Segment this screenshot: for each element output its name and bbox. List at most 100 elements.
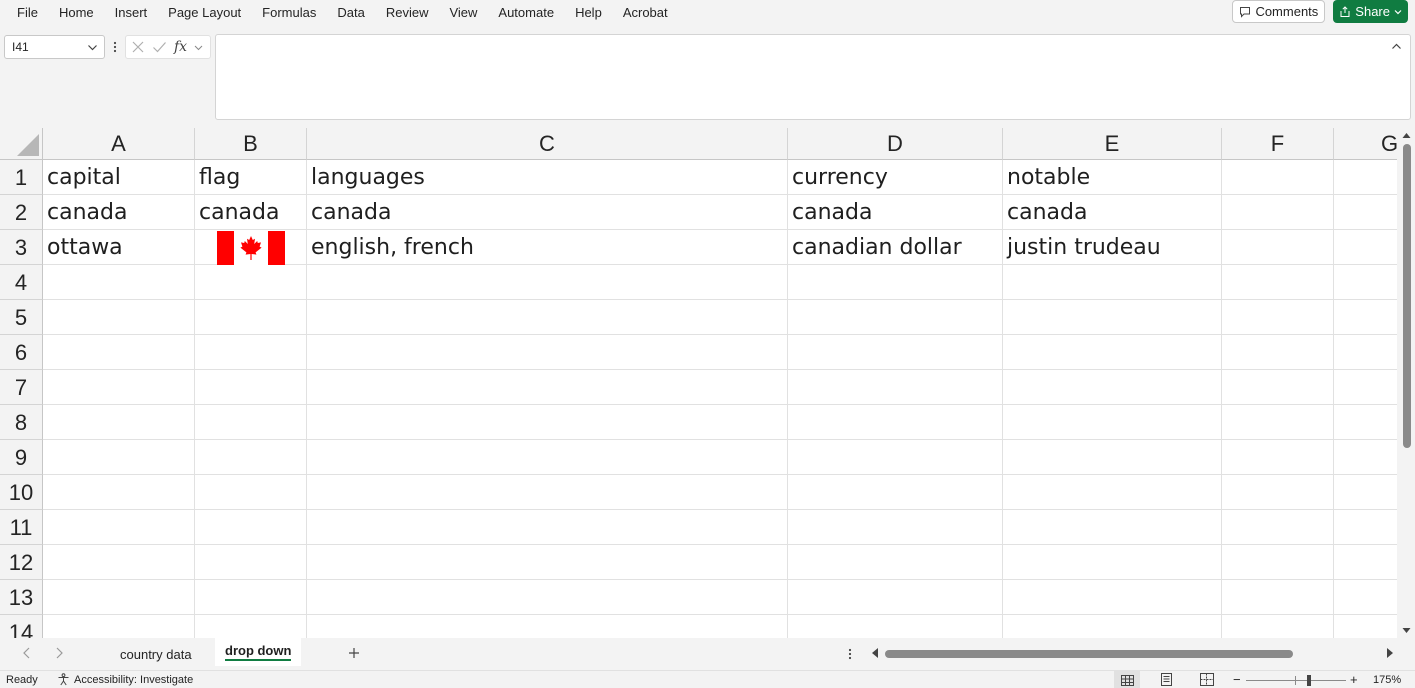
cell-d5[interactable] <box>788 300 1003 335</box>
cell-a3[interactable]: ottawa <box>43 230 195 265</box>
menu-formulas[interactable]: Formulas <box>252 1 327 25</box>
row-header-1[interactable]: 1 <box>0 160 43 195</box>
vertical-scrollbar[interactable] <box>1397 128 1415 638</box>
sheet-tab-drop-down[interactable]: drop down <box>215 638 302 666</box>
cell-f11[interactable] <box>1222 510 1334 545</box>
cell-e10[interactable] <box>1003 475 1222 510</box>
insert-function-button[interactable]: fx <box>174 39 187 55</box>
row-header-13[interactable]: 13 <box>0 580 43 615</box>
cell-g5[interactable] <box>1334 300 1397 335</box>
row-header-11[interactable]: 11 <box>0 510 43 545</box>
menu-page-layout[interactable]: Page Layout <box>158 1 252 25</box>
cell-b11[interactable] <box>195 510 307 545</box>
scroll-left-icon[interactable] <box>871 647 879 659</box>
more-options-icon[interactable] <box>110 38 120 56</box>
cell-b7[interactable] <box>195 370 307 405</box>
chevron-left-icon[interactable] <box>22 646 31 660</box>
cell-e9[interactable] <box>1003 440 1222 475</box>
cell-d11[interactable] <box>788 510 1003 545</box>
menu-review[interactable]: Review <box>375 1 439 25</box>
cell-f13[interactable] <box>1222 580 1334 615</box>
cell-e5[interactable] <box>1003 300 1222 335</box>
cell-e8[interactable] <box>1003 405 1222 440</box>
row-header-5[interactable]: 5 <box>0 300 43 335</box>
scroll-right-icon[interactable] <box>1386 647 1394 659</box>
cell-f5[interactable] <box>1222 300 1334 335</box>
zoom-level[interactable]: 175% <box>1373 674 1401 686</box>
menu-help[interactable]: Help <box>565 1 613 25</box>
cell-d12[interactable] <box>788 545 1003 580</box>
cell-e6[interactable] <box>1003 335 1222 370</box>
cell-g2[interactable] <box>1334 195 1397 230</box>
select-all-button[interactable] <box>0 128 43 160</box>
horizontal-scroll-thumb[interactable] <box>885 650 1293 658</box>
normal-view-button[interactable] <box>1114 671 1140 688</box>
row-header-3[interactable]: 3 <box>0 230 43 265</box>
row-header-10[interactable]: 10 <box>0 475 43 510</box>
column-header-e[interactable]: E <box>1003 128 1222 160</box>
row-header-9[interactable]: 9 <box>0 440 43 475</box>
cell-b1[interactable]: flag <box>195 160 307 195</box>
cell-a5[interactable] <box>43 300 195 335</box>
cell-c1[interactable]: languages <box>307 160 788 195</box>
sheet-tab-country-data[interactable]: country data <box>110 638 202 670</box>
page-break-view-icon[interactable] <box>1200 673 1214 686</box>
cell-a14[interactable] <box>43 615 195 638</box>
cell-b2[interactable]: canada <box>195 195 307 230</box>
chevron-down-icon[interactable] <box>194 43 203 52</box>
cell-f7[interactable] <box>1222 370 1334 405</box>
chevron-right-icon[interactable] <box>55 646 64 660</box>
row-header-12[interactable]: 12 <box>0 545 43 580</box>
cell-e2[interactable]: canada <box>1003 195 1222 230</box>
column-header-d[interactable]: D <box>788 128 1003 160</box>
cell-c8[interactable] <box>307 405 788 440</box>
column-header-g[interactable]: G <box>1334 128 1397 160</box>
cell-f9[interactable] <box>1222 440 1334 475</box>
cell-b12[interactable] <box>195 545 307 580</box>
cell-c10[interactable] <box>307 475 788 510</box>
cell-g10[interactable] <box>1334 475 1397 510</box>
cell-a8[interactable] <box>43 405 195 440</box>
menu-insert[interactable]: Insert <box>104 1 158 25</box>
cell-a6[interactable] <box>43 335 195 370</box>
cell-a9[interactable] <box>43 440 195 475</box>
accessibility-status[interactable]: Accessibility: Investigate <box>57 673 193 686</box>
cell-a12[interactable] <box>43 545 195 580</box>
cell-d8[interactable] <box>788 405 1003 440</box>
cell-g6[interactable] <box>1334 335 1397 370</box>
row-header-2[interactable]: 2 <box>0 195 43 230</box>
cell-g3[interactable] <box>1334 230 1397 265</box>
cell-c7[interactable] <box>307 370 788 405</box>
menu-home[interactable]: Home <box>48 1 104 25</box>
cell-e11[interactable] <box>1003 510 1222 545</box>
cell-f10[interactable] <box>1222 475 1334 510</box>
cell-e3[interactable]: justin trudeau <box>1003 230 1222 265</box>
column-header-f[interactable]: F <box>1222 128 1334 160</box>
cell-g14[interactable] <box>1334 615 1397 638</box>
enter-icon[interactable] <box>152 40 167 54</box>
cell-d9[interactable] <box>788 440 1003 475</box>
row-header-4[interactable]: 4 <box>0 265 43 300</box>
cell-a4[interactable] <box>43 265 195 300</box>
vertical-scroll-thumb[interactable] <box>1403 144 1411 448</box>
cell-e12[interactable] <box>1003 545 1222 580</box>
chevron-up-icon[interactable] <box>1391 41 1402 52</box>
cell-e13[interactable] <box>1003 580 1222 615</box>
cell-c5[interactable] <box>307 300 788 335</box>
cell-d1[interactable]: currency <box>788 160 1003 195</box>
cell-a11[interactable] <box>43 510 195 545</box>
cell-d14[interactable] <box>788 615 1003 638</box>
cell-d13[interactable] <box>788 580 1003 615</box>
cell-a10[interactable] <box>43 475 195 510</box>
cell-c4[interactable] <box>307 265 788 300</box>
cell-b6[interactable] <box>195 335 307 370</box>
cell-c2[interactable]: canada <box>307 195 788 230</box>
column-header-b[interactable]: B <box>195 128 307 160</box>
zoom-slider[interactable] <box>1246 680 1346 681</box>
menu-automate[interactable]: Automate <box>488 1 565 25</box>
column-header-a[interactable]: A <box>43 128 195 160</box>
cell-e1[interactable]: notable <box>1003 160 1222 195</box>
cell-b13[interactable] <box>195 580 307 615</box>
row-header-14[interactable]: 14 <box>0 615 43 638</box>
cell-g11[interactable] <box>1334 510 1397 545</box>
